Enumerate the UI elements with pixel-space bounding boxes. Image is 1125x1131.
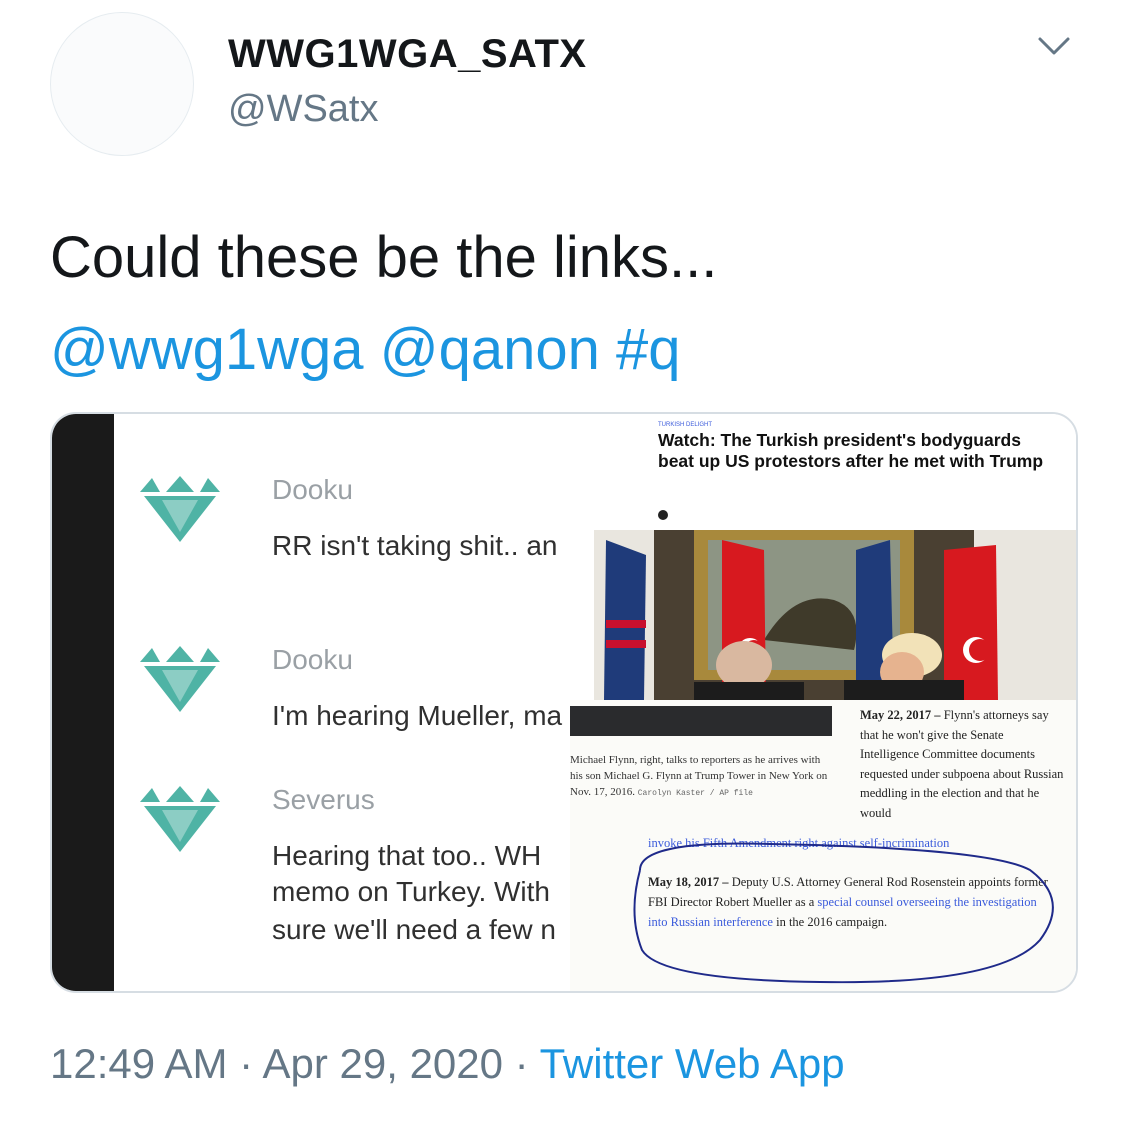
display-name[interactable]: WWG1WGA_SATX bbox=[228, 32, 587, 77]
tweet-text: Could these be the links... @wwg1wga @qa… bbox=[50, 212, 1090, 396]
chat-text: RR isn't taking shit.. an bbox=[272, 530, 558, 561]
article-screenshot: TURKISH DELIGHT Watch: The Turkish presi… bbox=[570, 414, 1076, 991]
chat-author: Dooku bbox=[272, 474, 353, 505]
avatar[interactable] bbox=[50, 12, 194, 156]
chat-author: Dooku bbox=[272, 644, 353, 675]
tweet-media[interactable]: Dooku RR isn't taking shit.. an Dooku I'… bbox=[50, 412, 1078, 993]
user-handle[interactable]: @WSatx bbox=[228, 88, 378, 131]
separator-dot: · bbox=[503, 1040, 540, 1087]
mention-link[interactable]: @qanon bbox=[380, 317, 600, 382]
tweet-timestamp: 12:49 AM · Apr 29, 2020 · Twitter Web Ap… bbox=[50, 1040, 845, 1088]
article-photo bbox=[594, 530, 1076, 700]
tweet-date[interactable]: Apr 29, 2020 bbox=[262, 1040, 503, 1087]
diamond-icon bbox=[140, 646, 220, 712]
hashtag-link[interactable]: #q bbox=[616, 317, 681, 382]
article-kicker: TURKISH DELIGHT bbox=[658, 422, 713, 428]
chat-author: Severus bbox=[272, 784, 375, 815]
media-dark-strip bbox=[52, 414, 114, 991]
mention-link[interactable]: @wwg1wga bbox=[50, 317, 364, 382]
chat-text: Hearing that too.. WH bbox=[272, 840, 542, 871]
chat-text: memo on Turkey. With bbox=[272, 876, 551, 907]
tweet-source[interactable]: Twitter Web App bbox=[540, 1040, 845, 1087]
author-avatar bbox=[658, 510, 668, 520]
diamond-icon bbox=[140, 476, 220, 542]
tweet-time[interactable]: 12:49 AM bbox=[50, 1040, 227, 1087]
chat-text: sure we'll need a few n bbox=[272, 914, 556, 945]
tweet-body: Could these be the links... bbox=[50, 225, 718, 290]
chat-text: I'm hearing Mueller, ma bbox=[272, 700, 563, 731]
diamond-icon bbox=[140, 786, 220, 852]
separator-dot: · bbox=[227, 1040, 263, 1087]
article-headline: Watch: The Turkish president's bodyguard… bbox=[658, 430, 1044, 471]
chevron-down-icon[interactable] bbox=[1036, 34, 1072, 58]
hand-drawn-circle-annotation bbox=[633, 842, 1054, 984]
chat-screenshot: Dooku RR isn't taking shit.. an Dooku I'… bbox=[114, 414, 570, 991]
photo-illustration bbox=[594, 530, 1076, 700]
timeline-document: Michael Flynn, right, talks to reporters… bbox=[570, 700, 1076, 991]
